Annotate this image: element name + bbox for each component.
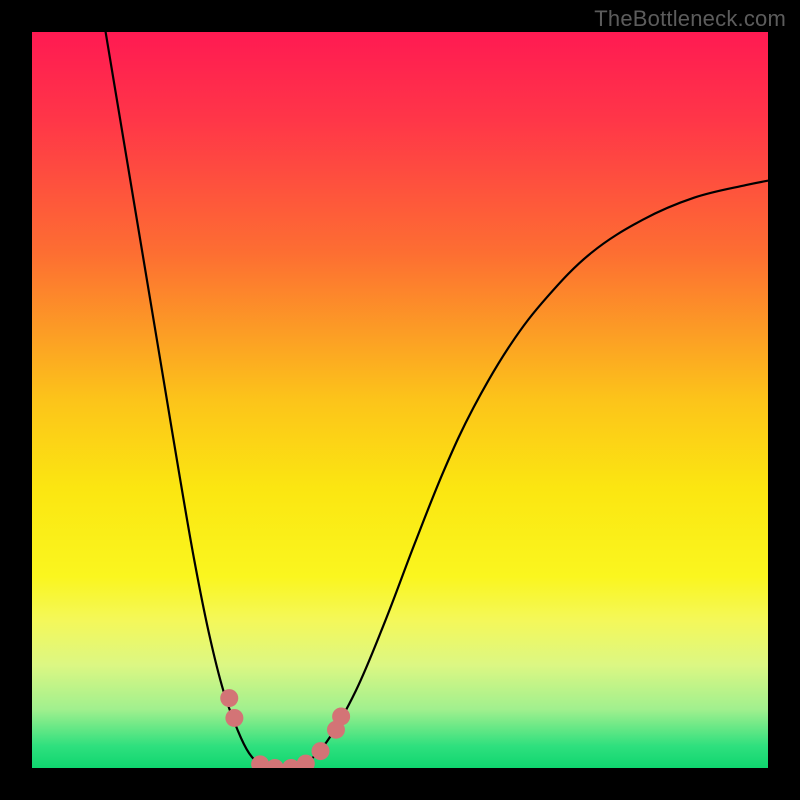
data-marker bbox=[266, 759, 284, 768]
data-marker bbox=[332, 707, 350, 725]
bottleneck-curve bbox=[106, 32, 768, 768]
data-marker bbox=[225, 709, 243, 727]
curve-layer bbox=[32, 32, 768, 768]
data-markers bbox=[220, 689, 350, 768]
data-marker bbox=[220, 689, 238, 707]
watermark-text: TheBottleneck.com bbox=[594, 6, 786, 32]
data-marker bbox=[312, 742, 330, 760]
chart-frame: TheBottleneck.com bbox=[0, 0, 800, 800]
plot-area bbox=[32, 32, 768, 768]
data-marker bbox=[297, 755, 315, 768]
